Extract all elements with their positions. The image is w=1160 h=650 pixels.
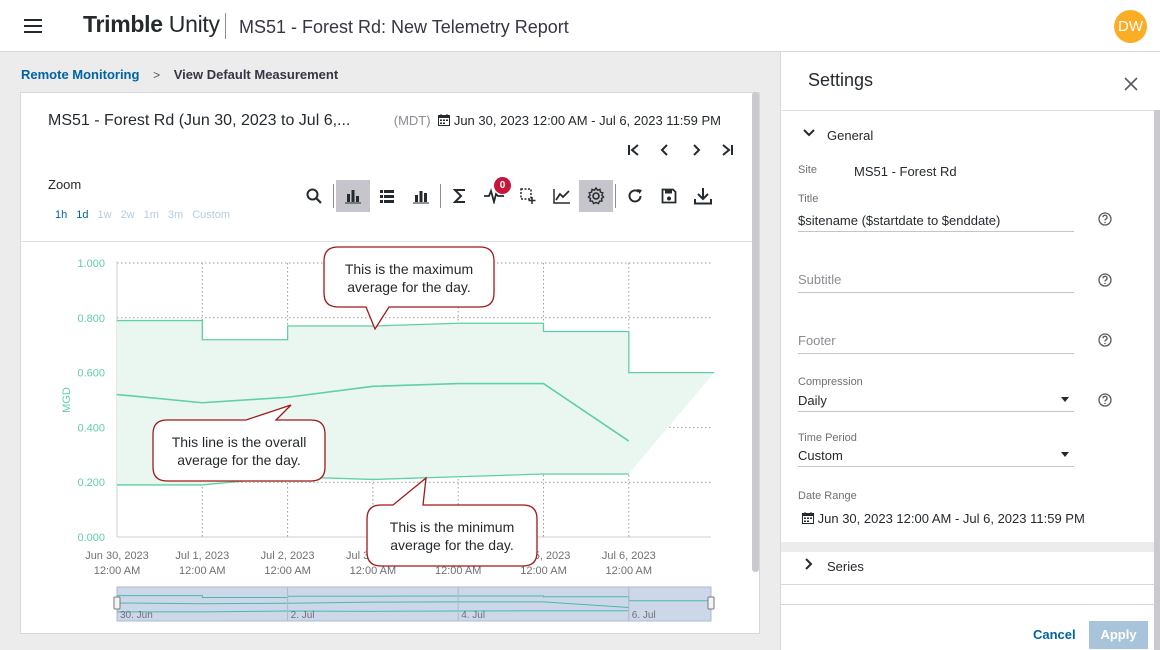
chevron-down-icon [803, 129, 815, 137]
max-callout-text: average for the day. [347, 279, 470, 295]
time-period-underline [798, 466, 1074, 467]
site-value: MS51 - Forest Rd [854, 164, 957, 179]
date-range-field[interactable]: Jun 30, 2023 12:00 AM - Jul 6, 2023 11:5… [802, 511, 1085, 526]
title-field[interactable]: $sitename ($startdate to $enddate) [798, 213, 1000, 228]
min-callout-text: average for the day. [390, 537, 513, 553]
subtitle-underline [798, 292, 1074, 293]
section-general-label: General [827, 128, 874, 143]
x-tick-date-label: Jul 2, 2023 [261, 550, 315, 562]
x-tick-time-label: 12:00 AM [520, 565, 566, 577]
x-tick-time-label: 12:00 AM [264, 565, 310, 577]
avg-callout-text: average for the day. [177, 452, 300, 468]
page-title: MS51 - Forest Rd: New Telemetry Report [239, 17, 569, 37]
y-tick-label: 0.600 [77, 368, 105, 380]
x-tick-time-label: 12:00 AM [179, 565, 225, 577]
settings-panel: Settings General Site MS51 - Forest Rd T… [780, 52, 1160, 650]
navigator-label: 4. Jul [461, 610, 485, 621]
breadcrumb-remote-monitoring[interactable]: Remote Monitoring [21, 67, 139, 82]
telemetry-chart: 1.000 0.800 0.600 0.400 0.200 0.000 Jun 30, 20… [61, 246, 715, 622]
hamburger-menu-icon[interactable] [24, 19, 42, 33]
site-label: Site [798, 164, 817, 176]
navigator-label: 30. Jun [120, 610, 153, 621]
title-underline [798, 231, 1074, 232]
breadcrumb-current: View Default Measurement [173, 67, 339, 82]
header-divider [225, 13, 226, 39]
time-period-label: Time Period [798, 432, 857, 444]
x-tick-time-label: 12:00 AM [606, 565, 652, 577]
settings-divider [781, 110, 1154, 111]
settings-title: Settings [808, 70, 874, 90]
close-icon[interactable] [1123, 76, 1139, 92]
compression-select[interactable]: Daily [798, 393, 827, 408]
section-series-toggle[interactable]: Series [781, 549, 1154, 585]
x-tick-time-label: 12:00 AM [94, 565, 140, 577]
navigator-label: 6. Jul [632, 610, 656, 621]
y-tick-label: 0.800 [77, 313, 105, 325]
x-tick-date-label: Jul 6, 2023 [602, 550, 656, 562]
chevron-right-icon [805, 558, 813, 570]
help-circle-icon[interactable] [1098, 333, 1112, 347]
help-circle-icon[interactable] [1098, 393, 1112, 407]
section-general-toggle[interactable]: General [781, 118, 1154, 152]
compression-underline [798, 411, 1074, 412]
x-tick-date-label: Jun 30, 2023 [85, 550, 149, 562]
footer-underline [798, 353, 1074, 354]
max-callout-text: This is the maximum [345, 261, 473, 277]
avg-callout-text: This line is the overall [172, 434, 307, 450]
dropdown-arrow-icon[interactable] [1061, 452, 1069, 457]
apply-button[interactable]: Apply [1089, 621, 1148, 649]
help-circle-icon[interactable] [1098, 273, 1112, 287]
card-scrollbar[interactable] [752, 92, 759, 572]
navigator-handle[interactable] [707, 596, 715, 610]
section-series-label: Series [827, 559, 864, 574]
breadcrumb-separator: > [153, 68, 161, 82]
y-tick-label: 0.000 [77, 532, 105, 544]
report-card: MS51 - Forest Rd (Jun 30, 2023 to Jul 6,… [20, 92, 760, 634]
calendar-icon [802, 512, 814, 524]
x-tick-time-label: 12:00 AM [435, 565, 481, 577]
y-axis-label: MGD [61, 387, 73, 413]
time-period-select[interactable]: Custom [798, 448, 843, 463]
user-avatar[interactable]: DW [1114, 10, 1147, 43]
y-tick-label: 1.000 [77, 258, 105, 270]
settings-scrollbar[interactable] [1154, 110, 1160, 650]
date-range-value: Jun 30, 2023 12:00 AM - Jul 6, 2023 11:5… [817, 511, 1085, 526]
cancel-button[interactable]: Cancel [1033, 627, 1076, 642]
compression-label: Compression [798, 376, 863, 388]
x-tick-date-label: Jul 1, 2023 [175, 550, 229, 562]
date-range-label: Date Range [798, 490, 857, 502]
dropdown-arrow-icon[interactable] [1061, 397, 1069, 402]
subtitle-field[interactable]: Subtitle [798, 272, 841, 287]
title-label: Title [798, 193, 819, 205]
help-circle-icon[interactable] [1098, 212, 1112, 226]
navigator-handle[interactable] [113, 596, 121, 610]
min-callout-text: This is the minimum [390, 519, 514, 535]
trimble-unity-logo[interactable]: Trimble Unity [83, 11, 220, 38]
x-tick-time-label: 12:00 AM [350, 565, 396, 577]
footer-field[interactable]: Footer [798, 333, 836, 348]
y-tick-label: 0.200 [77, 477, 105, 489]
navigator-label: 2. Jul [291, 610, 315, 621]
breadcrumb: Remote Monitoring > View Default Measure… [21, 67, 338, 82]
y-tick-label: 0.400 [77, 422, 105, 434]
top-bar: Trimble Unity MS51 - Forest Rd: New Tele… [0, 0, 1160, 52]
